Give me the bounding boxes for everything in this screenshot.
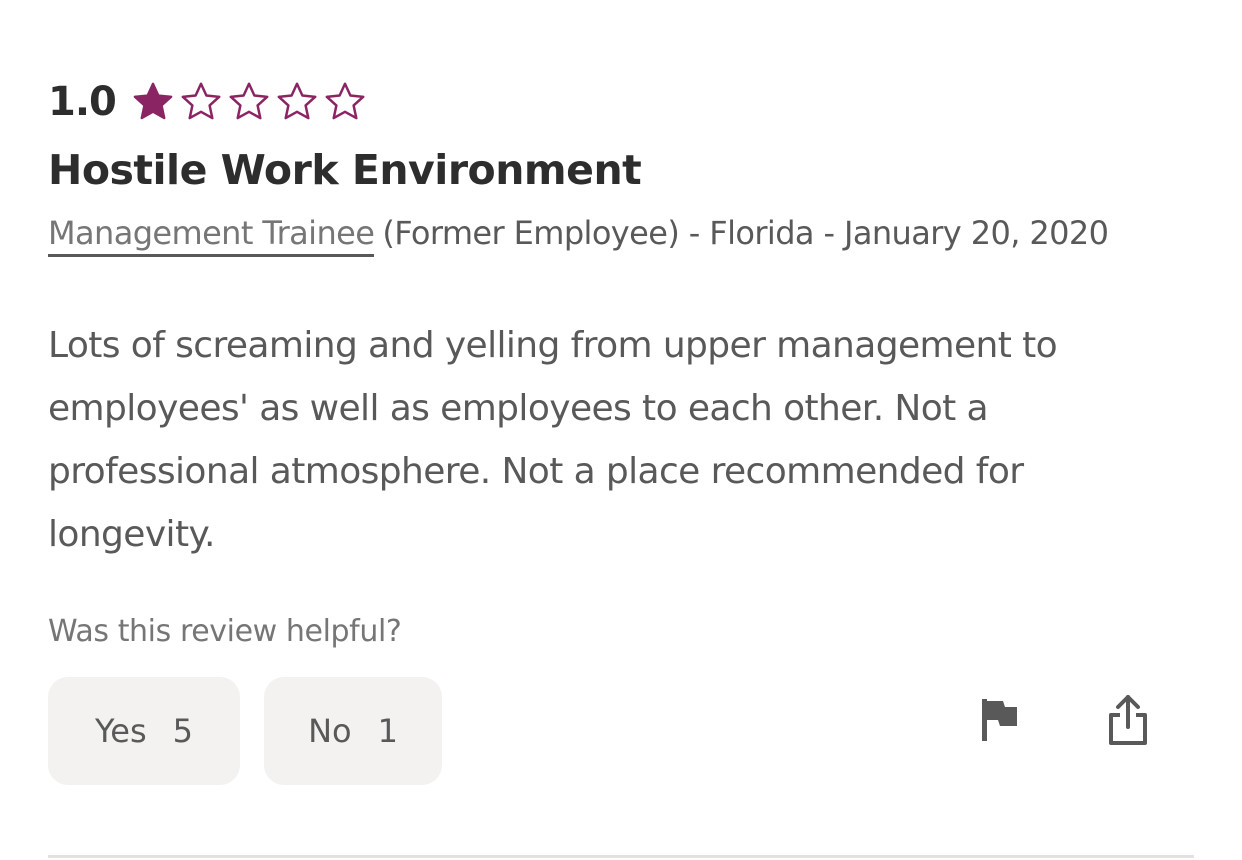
star-outline-icon (277, 82, 317, 120)
rating-value: 1.0 (48, 79, 117, 125)
review-body: Lots of screaming and yelling from upper… (48, 325, 1058, 555)
star-filled-icon (133, 82, 173, 120)
job-title-link[interactable]: Management Trainee (48, 214, 375, 257)
helpful-no-button[interactable]: No 1 (264, 677, 442, 785)
star-outline-icon (229, 82, 269, 120)
report-button[interactable] (966, 688, 1030, 752)
helpful-question: Was this review helpful? (48, 614, 402, 649)
no-count: 1 (377, 712, 398, 750)
share-icon (1109, 695, 1147, 745)
review-meta: Management Trainee (Former Employee) - F… (48, 214, 1109, 257)
star-rating (130, 79, 368, 125)
share-button[interactable] (1096, 688, 1160, 752)
review-title: Hostile Work Environment (48, 146, 642, 194)
yes-count: 5 (172, 712, 193, 750)
review-meta-details: (Former Employee) - Florida - January 20… (382, 214, 1109, 252)
divider (48, 855, 1194, 858)
yes-label: Yes (94, 712, 147, 750)
rating-row: 1.0 (48, 76, 368, 128)
star-outline-icon (325, 82, 365, 120)
star-outline-icon (181, 82, 221, 120)
flag-icon (982, 699, 1017, 741)
helpful-yes-button[interactable]: Yes 5 (48, 677, 240, 785)
no-label: No (308, 712, 352, 750)
